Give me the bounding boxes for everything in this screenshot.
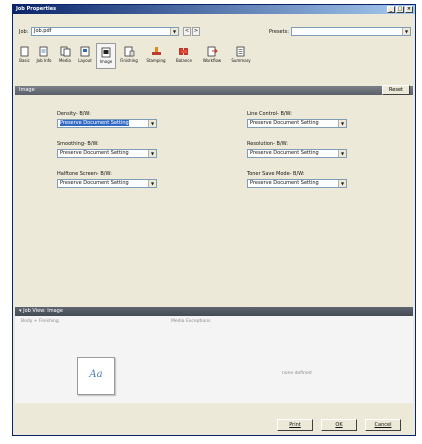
ok-button[interactable]: OK	[321, 419, 357, 431]
chevron-down-icon: ▼	[338, 180, 346, 187]
print-button[interactable]: Print	[277, 419, 313, 431]
resolution-setting: Resolution- B/W: Preserve Document Setti…	[247, 141, 347, 158]
tab-image-label: Image	[99, 59, 113, 64]
tab-summary-label: Summary	[231, 58, 251, 63]
tab-image[interactable]: Image	[96, 43, 116, 69]
job-view-panel: ▾ Job View: Image Body + Finishing Media…	[15, 307, 413, 403]
toner-save-value: Preserve Document Setting	[250, 180, 319, 186]
tab-media-label: Media	[58, 58, 71, 63]
tab-finishing[interactable]: Finishing	[117, 43, 141, 69]
presets-select[interactable]: ▼	[291, 27, 411, 36]
page-thumbnail-text: Aa	[89, 369, 103, 380]
cancel-button[interactable]: Cancel	[365, 419, 401, 431]
halftone-screen-value: Preserve Document Setting	[60, 180, 129, 186]
tab-stamping-label: Stamping	[146, 58, 166, 63]
workflow-icon	[207, 46, 218, 57]
tab-toolbar: Basic Job Info Media Layout Image Finish…	[17, 43, 413, 71]
job-select-value: Job.pdf	[34, 28, 52, 34]
image-icon	[101, 47, 111, 58]
tab-media[interactable]: Media	[56, 43, 74, 69]
tab-stamping[interactable]: Stamping	[142, 43, 170, 69]
minimize-button[interactable]: _	[387, 6, 395, 13]
stamping-icon	[151, 47, 161, 55]
page-icon	[20, 46, 29, 57]
media-icon	[60, 46, 70, 57]
window-title: Job Properties	[16, 6, 57, 12]
tab-workflow-label: Workflow	[202, 58, 222, 63]
chevron-down-icon: ▼	[148, 150, 156, 157]
chevron-down-icon: ▼	[338, 150, 346, 157]
tab-basic[interactable]: Basic	[17, 43, 32, 69]
resolution-label: Resolution- B/W:	[247, 141, 288, 147]
density-label: Density- B/W:	[57, 111, 91, 117]
job-view-title: Job View: Image	[23, 308, 63, 314]
line-control-value: Preserve Document Setting	[250, 120, 319, 126]
finishing-icon	[124, 46, 134, 57]
chevron-down-icon: ▼	[170, 28, 178, 35]
resolution-select[interactable]: Preserve Document Setting ▼	[247, 149, 347, 158]
toner-save-setting: Toner Save Mode- B/W: Preserve Document …	[247, 171, 347, 188]
tab-layout-label: Layout	[78, 58, 92, 63]
chevron-down-icon: ▼	[148, 120, 156, 127]
tab-balance-label: Balance	[176, 58, 192, 63]
job-label: Job:	[19, 29, 29, 35]
tab-summary[interactable]: Summary	[227, 43, 255, 69]
maximize-button[interactable]: □	[396, 6, 404, 13]
window-controls: _ □ ×	[387, 6, 413, 13]
chevron-down-icon: ▼	[402, 28, 410, 35]
halftone-screen-label: Halftone Screen- B/W:	[57, 171, 112, 177]
density-select[interactable]: Preserve Document Setting ▼	[57, 119, 157, 128]
summary-icon	[236, 46, 245, 57]
line-control-setting: Line Control- B/W: Preserve Document Set…	[247, 111, 347, 128]
smoothing-setting: Smoothing- B/W: Preserve Document Settin…	[57, 141, 157, 158]
tab-balance[interactable]: Balance	[171, 43, 197, 69]
previous-job-button[interactable]: <	[183, 27, 191, 36]
smoothing-select[interactable]: Preserve Document Setting ▼	[57, 149, 157, 158]
none-defined-text: none defined	[282, 371, 312, 376]
close-button[interactable]: ×	[405, 6, 413, 13]
tab-basic-label: Basic	[19, 58, 30, 63]
job-select[interactable]: Job.pdf ▼	[31, 27, 179, 36]
tab-job-info[interactable]: Job Info	[33, 43, 55, 69]
job-view-header[interactable]: ▾ Job View: Image	[15, 307, 413, 316]
chevron-down-icon: ▼	[148, 180, 156, 187]
tab-workflow[interactable]: Workflow	[198, 43, 226, 69]
halftone-screen-setting: Halftone Screen- B/W: Preserve Document …	[57, 171, 157, 188]
job-row: Job: Job.pdf ▼ < > Presets: ▼	[17, 27, 413, 39]
resolution-value: Preserve Document Setting	[250, 150, 319, 156]
density-setting: Density- B/W: Preserve Document Setting …	[57, 111, 157, 128]
image-section-header: Image Reset	[15, 85, 413, 95]
toner-save-label: Toner Save Mode- B/W:	[247, 171, 305, 177]
toner-save-select[interactable]: Preserve Document Setting ▼	[247, 179, 347, 188]
media-exceptions-label: Media Exceptions	[171, 319, 211, 324]
image-section-title: Image	[19, 87, 35, 93]
smoothing-label: Smoothing- B/W:	[57, 141, 99, 147]
tab-finishing-label: Finishing	[120, 58, 138, 63]
smoothing-value: Preserve Document Setting	[60, 150, 129, 156]
next-job-button[interactable]: >	[192, 27, 200, 36]
halftone-screen-select[interactable]: Preserve Document Setting ▼	[57, 179, 157, 188]
reset-button[interactable]: Reset	[382, 85, 410, 95]
body-finishing-label: Body + Finishing	[21, 319, 59, 324]
tab-job-info-label: Job Info	[36, 58, 52, 63]
title-bar: Job Properties _ □ ×	[13, 5, 415, 14]
line-control-label: Line Control- B/W:	[247, 111, 292, 117]
job-info-icon	[39, 46, 48, 57]
tab-layout[interactable]: Layout	[75, 43, 95, 69]
presets-label: Presets:	[269, 29, 289, 35]
line-control-select[interactable]: Preserve Document Setting ▼	[247, 119, 347, 128]
chevron-down-icon: ▼	[338, 120, 346, 127]
density-value: Preserve Document Setting	[60, 120, 129, 126]
balance-icon	[179, 48, 188, 55]
job-properties-window: Job Properties _ □ × Job: Job.pdf ▼ < > …	[12, 4, 416, 436]
layout-icon	[80, 46, 90, 57]
page-thumbnail[interactable]: Aa	[77, 357, 115, 395]
